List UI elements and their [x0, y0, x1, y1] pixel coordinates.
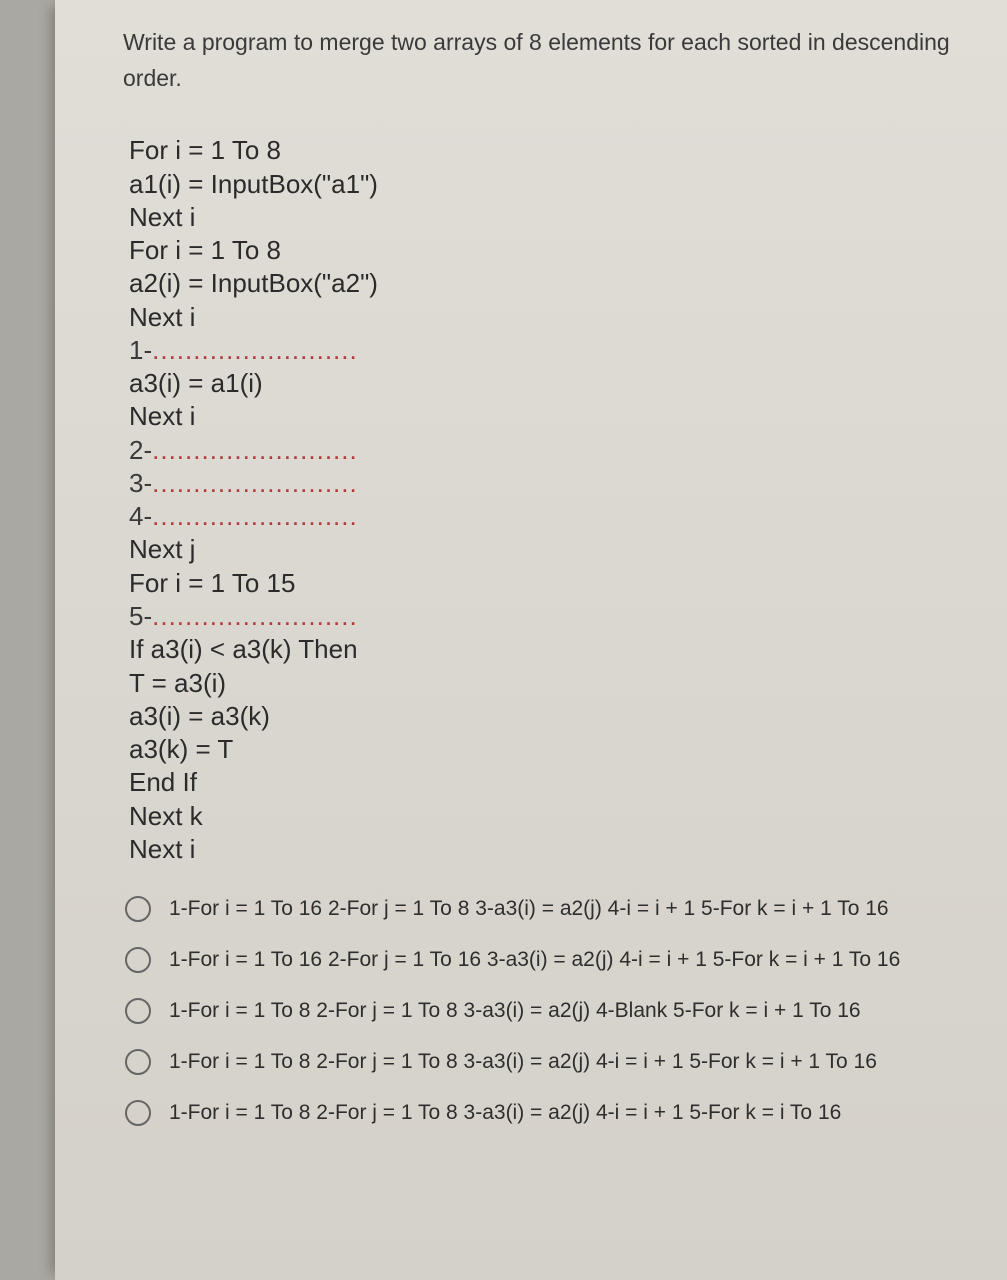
code-line: Next j — [129, 533, 982, 566]
option-label: 1-For i = 1 To 16 2-For j = 1 To 8 3-a3(… — [169, 897, 889, 921]
code-blank-3: 3-......................... — [129, 467, 982, 500]
code-line: a1(i) = InputBox("a1") — [129, 168, 982, 201]
question-page: Write a program to merge two arrays of 8… — [55, 0, 1007, 1280]
option-1[interactable]: 1-For i = 1 To 16 2-For j = 1 To 8 3-a3(… — [125, 896, 982, 922]
code-line: If a3(i) < a3(k) Then — [129, 633, 982, 666]
radio-icon — [125, 1049, 151, 1075]
option-label: 1-For i = 1 To 8 2-For j = 1 To 8 3-a3(i… — [169, 1101, 841, 1125]
code-line: For i = 1 To 15 — [129, 567, 982, 600]
option-label: 1-For i = 1 To 8 2-For j = 1 To 8 3-a3(i… — [169, 1050, 877, 1074]
radio-icon — [125, 1100, 151, 1126]
code-line: a3(k) = T — [129, 733, 982, 766]
option-2[interactable]: 1-For i = 1 To 16 2-For j = 1 To 16 3-a3… — [125, 947, 982, 973]
radio-icon — [125, 998, 151, 1024]
code-blank-1: 1-......................... — [129, 334, 982, 367]
radio-icon — [125, 947, 151, 973]
radio-icon — [125, 896, 151, 922]
code-line: Next k — [129, 800, 982, 833]
code-blank-2: 2-......................... — [129, 434, 982, 467]
answer-options: 1-For i = 1 To 16 2-For j = 1 To 8 3-a3(… — [125, 896, 982, 1126]
code-line: a2(i) = InputBox("a2") — [129, 267, 982, 300]
code-line: a3(i) = a1(i) — [129, 367, 982, 400]
question-text: Write a program to merge two arrays of 8… — [123, 25, 982, 96]
option-label: 1-For i = 1 To 8 2-For j = 1 To 8 3-a3(i… — [169, 999, 861, 1023]
code-line: For i = 1 To 8 — [129, 134, 982, 167]
option-4[interactable]: 1-For i = 1 To 8 2-For j = 1 To 8 3-a3(i… — [125, 1049, 982, 1075]
option-3[interactable]: 1-For i = 1 To 8 2-For j = 1 To 8 3-a3(i… — [125, 998, 982, 1024]
code-line: Next i — [129, 301, 982, 334]
code-line: a3(i) = a3(k) — [129, 700, 982, 733]
code-line: T = a3(i) — [129, 667, 982, 700]
code-line: Next i — [129, 400, 982, 433]
code-blank-4: 4-......................... — [129, 500, 982, 533]
code-line: End If — [129, 766, 982, 799]
code-blank-5: 5-......................... — [129, 600, 982, 633]
option-label: 1-For i = 1 To 16 2-For j = 1 To 16 3-a3… — [169, 948, 900, 972]
code-line: For i = 1 To 8 — [129, 234, 982, 267]
code-line: Next i — [129, 833, 982, 866]
code-block: For i = 1 To 8 a1(i) = InputBox("a1") Ne… — [129, 134, 982, 866]
code-line: Next i — [129, 201, 982, 234]
option-5[interactable]: 1-For i = 1 To 8 2-For j = 1 To 8 3-a3(i… — [125, 1100, 982, 1126]
